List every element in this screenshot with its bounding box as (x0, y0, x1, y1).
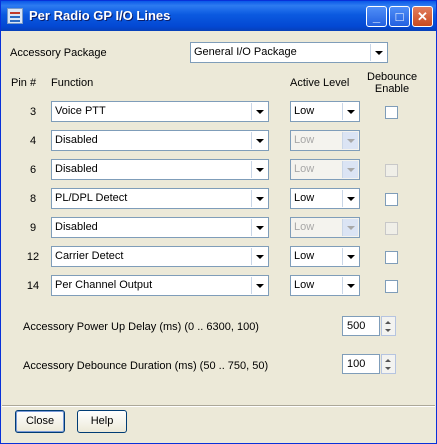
pin-number: 6 (29, 164, 37, 176)
chevron-down-icon[interactable] (251, 132, 267, 149)
function-select[interactable]: Carrier Detect (51, 246, 269, 267)
chevron-down-icon[interactable] (342, 277, 358, 294)
debounce-duration-spinner[interactable] (381, 354, 396, 374)
pin-number: 3 (29, 106, 37, 118)
power-up-delay-value: 500 (347, 320, 366, 332)
function-select[interactable]: PL/DPL Detect (51, 188, 269, 209)
active-level-value: Low (294, 279, 315, 291)
dialog-window: Per Radio GP I/O Lines _ □ ✕ Accessory P… (0, 0, 437, 444)
debounce-duration-input[interactable]: 100 (342, 354, 380, 374)
function-header: Function (51, 77, 94, 89)
window-title: Per Radio GP I/O Lines (29, 8, 171, 23)
debounce-checkbox[interactable] (385, 193, 398, 206)
debounce-checkbox[interactable] (385, 251, 398, 264)
power-up-delay-label: Accessory Power Up Delay (ms) (0 .. 6300… (23, 321, 259, 333)
chevron-down-icon[interactable] (370, 44, 386, 61)
pin-number: 12 (26, 251, 40, 263)
spin-up-icon[interactable] (385, 321, 391, 324)
active-level-value: Low (294, 250, 315, 262)
spin-up-icon[interactable] (385, 359, 391, 362)
app-icon[interactable] (7, 8, 23, 24)
pin-number: 14 (26, 280, 40, 292)
active-level-select: Low (290, 217, 360, 238)
chevron-down-icon[interactable] (342, 190, 358, 207)
maximize-button[interactable]: □ (389, 6, 410, 27)
debounce-duration-label: Accessory Debounce Duration (ms) (50 .. … (23, 360, 269, 372)
chevron-down-icon (342, 161, 358, 178)
active-level-select: Low (290, 130, 360, 151)
pin-header: Pin # (11, 77, 37, 89)
pin-number: 4 (29, 135, 37, 147)
chevron-down-icon[interactable] (251, 219, 267, 236)
active-level-value: Low (294, 163, 315, 175)
function-value: Carrier Detect (55, 250, 124, 262)
close-window-button[interactable]: ✕ (412, 6, 433, 27)
function-value: PL/DPL Detect (55, 192, 128, 204)
minimize-button[interactable]: _ (366, 6, 387, 27)
active-level-value: Low (294, 134, 315, 146)
accessory-package-value: General I/O Package (194, 46, 297, 58)
active-level-select[interactable]: Low (290, 101, 360, 122)
function-select[interactable]: Disabled (51, 130, 269, 151)
debounce-checkbox[interactable] (385, 106, 398, 119)
power-up-delay-spinner[interactable] (381, 316, 396, 336)
active-level-select[interactable]: Low (290, 275, 360, 296)
accessory-package-select[interactable]: General I/O Package (190, 42, 388, 63)
function-value: Disabled (55, 134, 98, 146)
active-level-value: Low (294, 105, 315, 117)
help-button[interactable]: Help (77, 410, 127, 433)
chevron-down-icon[interactable] (251, 248, 267, 265)
chevron-down-icon (342, 219, 358, 236)
chevron-down-icon[interactable] (251, 161, 267, 178)
spin-down-icon[interactable] (385, 367, 391, 370)
active-level-select[interactable]: Low (290, 188, 360, 209)
active-level-value: Low (294, 192, 315, 204)
close-button[interactable]: Close (15, 410, 65, 433)
pin-number: 9 (29, 222, 37, 234)
active-level-select[interactable]: Low (290, 246, 360, 267)
function-value: Voice PTT (55, 105, 106, 117)
active-level-header: Active Level (290, 77, 350, 89)
debounce-duration-value: 100 (347, 358, 366, 370)
chevron-down-icon[interactable] (251, 190, 267, 207)
function-value: Per Channel Output (55, 279, 153, 291)
debounce-enable-header: Debounce Enable (367, 71, 418, 95)
pin-number: 8 (29, 193, 37, 205)
chevron-down-icon[interactable] (342, 103, 358, 120)
function-value: Disabled (55, 221, 98, 233)
accessory-package-label: Accessory Package (10, 47, 107, 59)
chevron-down-icon (342, 132, 358, 149)
debounce-checkbox[interactable] (385, 280, 398, 293)
chevron-down-icon[interactable] (342, 248, 358, 265)
function-select[interactable]: Disabled (51, 217, 269, 238)
divider (2, 405, 435, 407)
function-value: Disabled (55, 163, 98, 175)
spin-down-icon[interactable] (385, 329, 391, 332)
debounce-checkbox (385, 222, 398, 235)
active-level-value: Low (294, 221, 315, 233)
function-select[interactable]: Disabled (51, 159, 269, 180)
function-select[interactable]: Voice PTT (51, 101, 269, 122)
function-select[interactable]: Per Channel Output (51, 275, 269, 296)
power-up-delay-input[interactable]: 500 (342, 316, 380, 336)
chevron-down-icon[interactable] (251, 103, 267, 120)
title-bar[interactable]: Per Radio GP I/O Lines _ □ ✕ (1, 1, 436, 31)
active-level-select: Low (290, 159, 360, 180)
chevron-down-icon[interactable] (251, 277, 267, 294)
debounce-checkbox (385, 164, 398, 177)
